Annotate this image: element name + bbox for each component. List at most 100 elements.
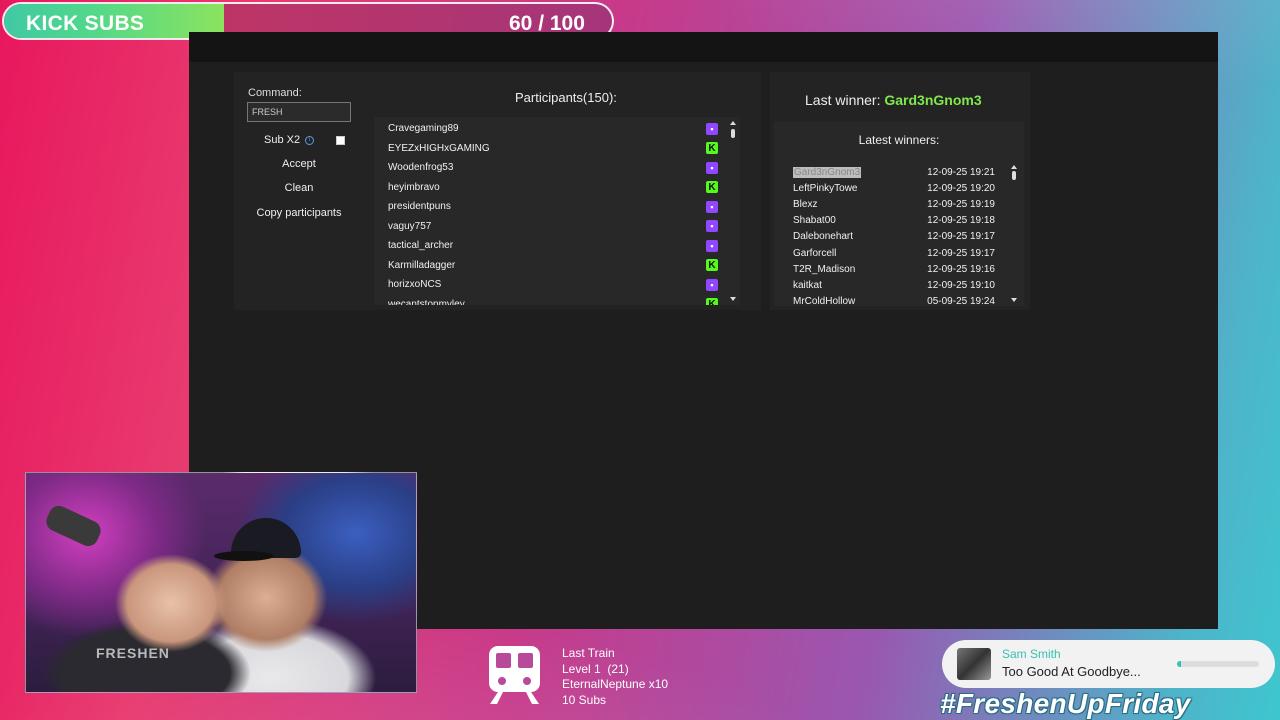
hashtag: #FreshenUpFriday — [940, 688, 1191, 719]
participant-name: wecantstopmyley — [388, 298, 465, 306]
winner-name: Shabat00 — [793, 215, 836, 227]
twitch-icon: ▪ — [706, 220, 718, 232]
winner-time: 12-09-25 19:17 — [927, 247, 995, 259]
train-title: Last Train — [562, 646, 615, 660]
now-playing-title: Too Good At Goodbye... — [1002, 664, 1141, 679]
winner-time: 05-09-25 19:24 — [927, 296, 995, 306]
command-input[interactable] — [247, 102, 351, 122]
winner-name: Gard3nGnom3 — [793, 166, 862, 178]
command-label: Command: — [248, 87, 302, 99]
winner-row[interactable]: Dalebonehart 12-09-25 19:17 — [793, 229, 995, 245]
participant-row[interactable]: Cravegaming89 ▪ — [388, 119, 718, 138]
kick-icon: K — [706, 298, 718, 305]
clean-button[interactable]: Clean — [247, 178, 351, 198]
winner-row[interactable]: T2R_Madison 12-09-25 19:16 — [793, 261, 995, 277]
participant-name: Karmilladagger — [388, 259, 456, 271]
winner-time: 12-09-25 19:19 — [927, 198, 995, 210]
train-icon — [489, 646, 540, 704]
participant-row[interactable]: presidentpuns ▪ — [388, 197, 718, 216]
participant-row[interactable]: horizxoNCS ▪ — [388, 275, 718, 294]
participants-list[interactable]: wecantstopmyley KhorizxoNCS ▪ Karmilladagge… — [374, 117, 740, 305]
winner-time: 12-09-25 19:21 — [927, 166, 995, 178]
winner-name: Garforcell — [793, 247, 837, 259]
participant-row[interactable]: heyimbravo K — [388, 178, 718, 197]
winner-row[interactable]: Shabat00 12-09-25 19:18 — [793, 213, 995, 229]
scroll-up-arrow-icon[interactable] — [730, 121, 736, 125]
winners-scroll-down-icon[interactable] — [1011, 298, 1017, 302]
train-subs: 10 Subs — [562, 692, 607, 707]
winner-time: 12-09-25 19:20 — [927, 182, 995, 194]
participant-name: presidentpuns — [388, 201, 451, 212]
app-topbar — [189, 32, 1218, 62]
participant-row[interactable]: Karmilladagger K — [388, 256, 718, 275]
participant-row[interactable]: wecantstopmyley K — [388, 295, 718, 306]
winner-row[interactable]: LeftPinkyTowe 12-09-25 19:20 — [793, 180, 995, 196]
winner-name: kaitkat — [793, 279, 822, 291]
accept-button[interactable]: Accept — [247, 154, 351, 174]
scroll-thumb[interactable] — [731, 129, 735, 138]
last-winner: Last winner: Gard3nGnom3 — [805, 92, 982, 108]
last-winner-name: Gard3nGnom3 — [884, 92, 982, 108]
train-top: EternalNeptune x10 — [562, 677, 669, 691]
train-level: Level 1 (21) — [562, 661, 629, 676]
now-playing-progress — [1177, 661, 1259, 667]
sub-multiplier-checkbox[interactable] — [336, 136, 345, 145]
info-icon[interactable]: i — [305, 135, 315, 145]
participants-title: Participants(150): — [515, 90, 617, 105]
microphone — [43, 502, 104, 550]
participant-row[interactable]: EYEZxHIGHxGAMING K — [388, 139, 718, 158]
twitch-icon: ▪ — [706, 239, 718, 252]
winner-name: T2R_Madison — [793, 263, 856, 275]
participant-row[interactable]: vaguy757 ▪ — [388, 217, 718, 236]
winner-name: MrColdHollow — [793, 296, 856, 306]
winner-name: Blexz — [793, 198, 818, 210]
kick-icon: K — [706, 181, 718, 193]
latest-winners-title: Latest winners: — [858, 133, 940, 147]
cap-brim — [214, 551, 274, 561]
participant-name: horizxoNCS — [388, 279, 442, 290]
participant-name: tactical_archer — [388, 240, 454, 251]
winners-scroll-thumb[interactable] — [1012, 171, 1016, 180]
winner-name: Dalebonehart — [793, 231, 854, 243]
winners-panel: Last winner: Gard3nGnom3 Latest winners:… — [770, 72, 1030, 310]
participants-panel: Command: Sub X2 i Accept Clean Copy part… — [234, 72, 761, 310]
winner-time: 12-09-25 19:18 — [927, 215, 995, 227]
latest-winners-list[interactable]: Latest winners: Gard3nGnom3 12-09-25 19:2… — [774, 122, 1024, 306]
twitch-icon: ▪ — [706, 122, 718, 135]
participants-scrollbar[interactable] — [730, 121, 736, 301]
shirt-text: FRESHEN — [96, 645, 170, 661]
copy-participants-button[interactable]: Copy participants — [247, 203, 351, 223]
participant-name: heyimbravo — [388, 181, 440, 193]
winners-scroll-up-icon[interactable] — [1011, 165, 1017, 169]
winner-row[interactable]: Blexz 12-09-25 19:19 — [793, 196, 995, 212]
winner-name: LeftPinkyTowe — [793, 182, 858, 194]
participant-name: EYEZxHIGHxGAMING — [388, 142, 490, 154]
winner-row[interactable]: Garforcell 12-09-25 19:17 — [793, 245, 995, 261]
sub-multiplier-row: Sub X2 i — [264, 134, 315, 146]
participant-name: vaguy757 — [388, 220, 432, 232]
participant-name: Woodenfrog53 — [388, 162, 454, 173]
participant-row[interactable]: tactical_archer ▪ — [388, 236, 718, 255]
winner-row[interactable]: MrColdHollow 05-09-25 19:24 — [793, 294, 995, 306]
last-winner-label: Last winner: — [805, 92, 885, 108]
sub-goal-label: KICK SUBS — [26, 12, 145, 35]
sub-multiplier-label: Sub X2 — [264, 134, 301, 146]
album-art — [957, 648, 991, 680]
winner-row[interactable]: kaitkat 12-09-25 19:10 — [793, 277, 995, 293]
winner-row[interactable]: Gard3nGnom3 12-09-25 19:21 — [793, 164, 995, 180]
twitch-icon: ▪ — [706, 200, 718, 213]
winner-time: 12-09-25 19:10 — [927, 279, 995, 291]
last-train-info: Last Train Level 1 (21) EternalNeptune x… — [562, 646, 668, 708]
webcam-feed: FRESHEN — [25, 472, 417, 693]
winners-scrollbar[interactable] — [1011, 165, 1017, 302]
kick-icon: K — [706, 142, 718, 154]
participant-row[interactable]: Woodenfrog53 ▪ — [388, 158, 718, 177]
now-playing-progress-fill — [1177, 661, 1182, 667]
now-playing-widget: Sam Smith Too Good At Goodbye... — [942, 640, 1275, 688]
now-playing-artist: Sam Smith — [1002, 647, 1061, 661]
twitch-icon: ▪ — [706, 278, 718, 291]
kick-icon: K — [706, 259, 718, 271]
scroll-down-arrow-icon[interactable] — [730, 297, 736, 301]
winner-time: 12-09-25 19:16 — [927, 263, 995, 275]
twitch-icon: ▪ — [706, 161, 718, 174]
